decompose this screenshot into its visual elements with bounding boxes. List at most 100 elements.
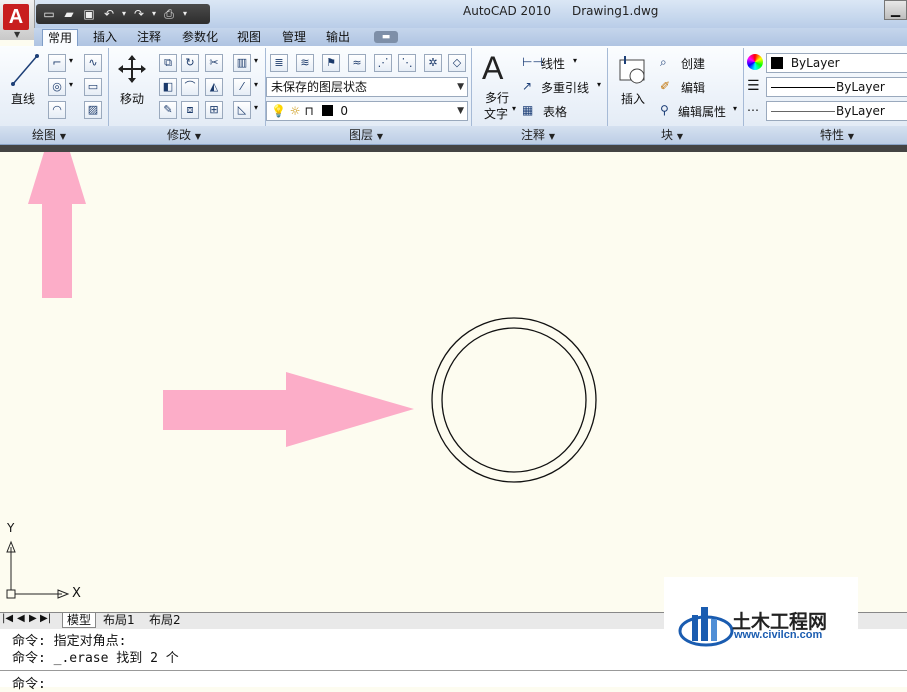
dropdown-icon[interactable]: ▾ [573, 56, 577, 65]
color-wheel-icon [747, 54, 763, 70]
move-tool-icon[interactable] [117, 54, 147, 84]
tab-home[interactable]: 常用 [42, 29, 78, 46]
layer-match-icon[interactable]: ⚑ [322, 54, 340, 72]
drawing-area[interactable]: Y X [0, 152, 907, 612]
quick-access-toolbar: ▭ ▰ ▣ ↶ ▾ ↷ ▾ ⎙ ▾ [36, 4, 210, 24]
current-layer-dropdown[interactable]: 💡 ☼ ⊓ 0 ▼ [266, 101, 468, 121]
fillet-icon[interactable]: ⌒ [181, 78, 199, 96]
tab-parametric[interactable]: 参数化 [178, 29, 222, 46]
save-icon[interactable]: ▣ [80, 6, 98, 22]
hatch-icon[interactable]: ▨ [84, 101, 102, 119]
panel-title-layers[interactable]: 图层 ▼ [349, 127, 383, 145]
print-icon[interactable]: ⎙ [160, 6, 178, 22]
layer-unisolate-icon[interactable]: ⋱ [398, 54, 416, 72]
layer-state-dropdown[interactable]: 未保存的图层状态 ▼ [266, 77, 468, 97]
edit-attributes-label[interactable]: 编辑属性 [678, 103, 726, 120]
panel-title-draw[interactable]: 绘图 ▼ [32, 127, 66, 145]
edit-attributes-icon[interactable]: ⚲ [660, 103, 669, 117]
layer-properties-icon[interactable]: ≣ [270, 54, 288, 72]
line-tool-icon[interactable] [10, 52, 40, 88]
ribbon-minimize-icon[interactable]: ▬ [374, 31, 398, 43]
redo-icon[interactable]: ↷ [130, 6, 148, 22]
insert-block-icon[interactable] [617, 54, 649, 86]
dropdown-icon[interactable]: ▾ [254, 80, 258, 89]
arc-tool-icon[interactable]: ◠ [48, 101, 66, 119]
layout-tab-layout1[interactable]: 布局1 [103, 613, 135, 627]
dropdown-icon[interactable]: ▾ [69, 56, 73, 65]
erase-icon[interactable]: ⁄ [233, 78, 251, 96]
array-icon[interactable]: ▥ [233, 54, 251, 72]
command-prompt[interactable]: 命令: [12, 673, 46, 692]
dropdown-icon[interactable]: ▾ [254, 103, 258, 112]
tab-view[interactable]: 视图 [232, 29, 266, 46]
next-tab-icon[interactable]: ▶ [29, 613, 37, 624]
dropdown-icon[interactable]: ▾ [120, 6, 128, 22]
panel-title-modify[interactable]: 修改 ▼ [167, 127, 201, 145]
multileader-icon[interactable]: ↗ [522, 79, 532, 93]
undo-icon[interactable]: ↶ [100, 6, 118, 22]
layer-isolate-icon[interactable]: ⋰ [374, 54, 392, 72]
move-tool-label: 移动 [120, 92, 145, 106]
offset-icon[interactable]: ⧈ [181, 101, 199, 119]
trim-icon[interactable]: ✂ [205, 54, 223, 72]
layout-tab-model[interactable]: 模型 [62, 613, 97, 628]
layer-previous-icon[interactable]: ≈ [348, 54, 366, 72]
autocad-logo-icon: A [3, 4, 29, 30]
dropdown-icon[interactable]: ▾ [512, 104, 516, 113]
last-tab-icon[interactable]: ▶| [40, 613, 51, 624]
customize-qat-icon[interactable]: ▾ [180, 6, 190, 22]
layer-state-icon[interactable]: ≋ [296, 54, 314, 72]
panel-title-annotation[interactable]: 注释 ▼ [521, 127, 555, 145]
outer-circle[interactable] [431, 317, 597, 483]
rotate-icon[interactable]: ↻ [181, 54, 199, 72]
circle-tool-icon[interactable]: ◎ [48, 78, 66, 96]
linear-dimension-icon[interactable]: ⊢⊣ [522, 55, 543, 69]
edit-block-label[interactable]: 编辑 [681, 79, 705, 96]
panel-title-properties[interactable]: 特性 ▼ [820, 127, 854, 145]
application-menu-button[interactable]: A ▼ [0, 0, 35, 40]
open-folder-icon[interactable]: ▰ [60, 6, 78, 22]
polyline-icon[interactable]: ⌐ [48, 54, 66, 72]
multiline-text-icon[interactable]: A [482, 50, 503, 87]
tab-manage[interactable]: 管理 [277, 29, 311, 46]
first-tab-icon[interactable]: |◀ [2, 613, 13, 624]
layer-color-swatch [321, 105, 333, 116]
prev-tab-icon[interactable]: ◀ [17, 613, 25, 624]
scale-icon[interactable]: ✎ [159, 101, 177, 119]
tab-annotate[interactable]: 注释 [132, 29, 166, 46]
dropdown-icon[interactable]: ▾ [733, 104, 737, 113]
table-icon[interactable]: ▦ [522, 103, 533, 117]
mirror-icon[interactable]: ◧ [159, 78, 177, 96]
create-block-label[interactable]: 创建 [681, 55, 705, 72]
tab-insert[interactable]: 插入 [88, 29, 122, 46]
layer-freeze-icon[interactable]: ✲ [424, 54, 442, 72]
new-file-icon[interactable]: ▭ [40, 6, 58, 22]
dropdown-icon[interactable]: ▾ [597, 80, 601, 89]
explode-icon[interactable]: ⊞ [205, 101, 223, 119]
mtext-label-2: 文字 [484, 107, 509, 121]
panel-title-block[interactable]: 块 ▼ [661, 127, 683, 145]
ucs-icon [6, 540, 70, 599]
linetype-dropdown[interactable]: ByLayer [766, 77, 907, 97]
edit-block-icon[interactable]: ✐ [660, 79, 670, 93]
color-dropdown[interactable]: ByLayer [766, 53, 907, 73]
stretch-icon[interactable]: ◭ [205, 78, 223, 96]
inner-circle[interactable] [441, 327, 587, 473]
chamfer-icon[interactable]: ◺ [233, 101, 251, 119]
spline-icon[interactable]: ∿ [84, 54, 102, 72]
tab-output[interactable]: 输出 [321, 29, 355, 46]
lineweight-dropdown[interactable]: ByLayer [766, 101, 907, 121]
dropdown-icon[interactable]: ▾ [150, 6, 158, 22]
layout-tab-layout2[interactable]: 布局2 [149, 613, 181, 627]
rectangle-icon[interactable]: ▭ [84, 78, 102, 96]
table-label[interactable]: 表格 [543, 103, 567, 120]
layer-off-icon[interactable]: ◇ [448, 54, 466, 72]
dropdown-icon[interactable]: ▾ [69, 80, 73, 89]
linear-dim-label[interactable]: 线性 [541, 55, 565, 72]
create-block-icon[interactable]: ⌕ [660, 55, 667, 70]
dropdown-icon[interactable]: ▾ [254, 56, 258, 65]
multileader-label[interactable]: 多重引线 [541, 79, 589, 96]
window-minimize-button[interactable]: ▁ [884, 0, 907, 20]
chevron-down-icon: ▼ [457, 106, 464, 116]
copy-icon[interactable]: ⧉ [159, 54, 177, 72]
